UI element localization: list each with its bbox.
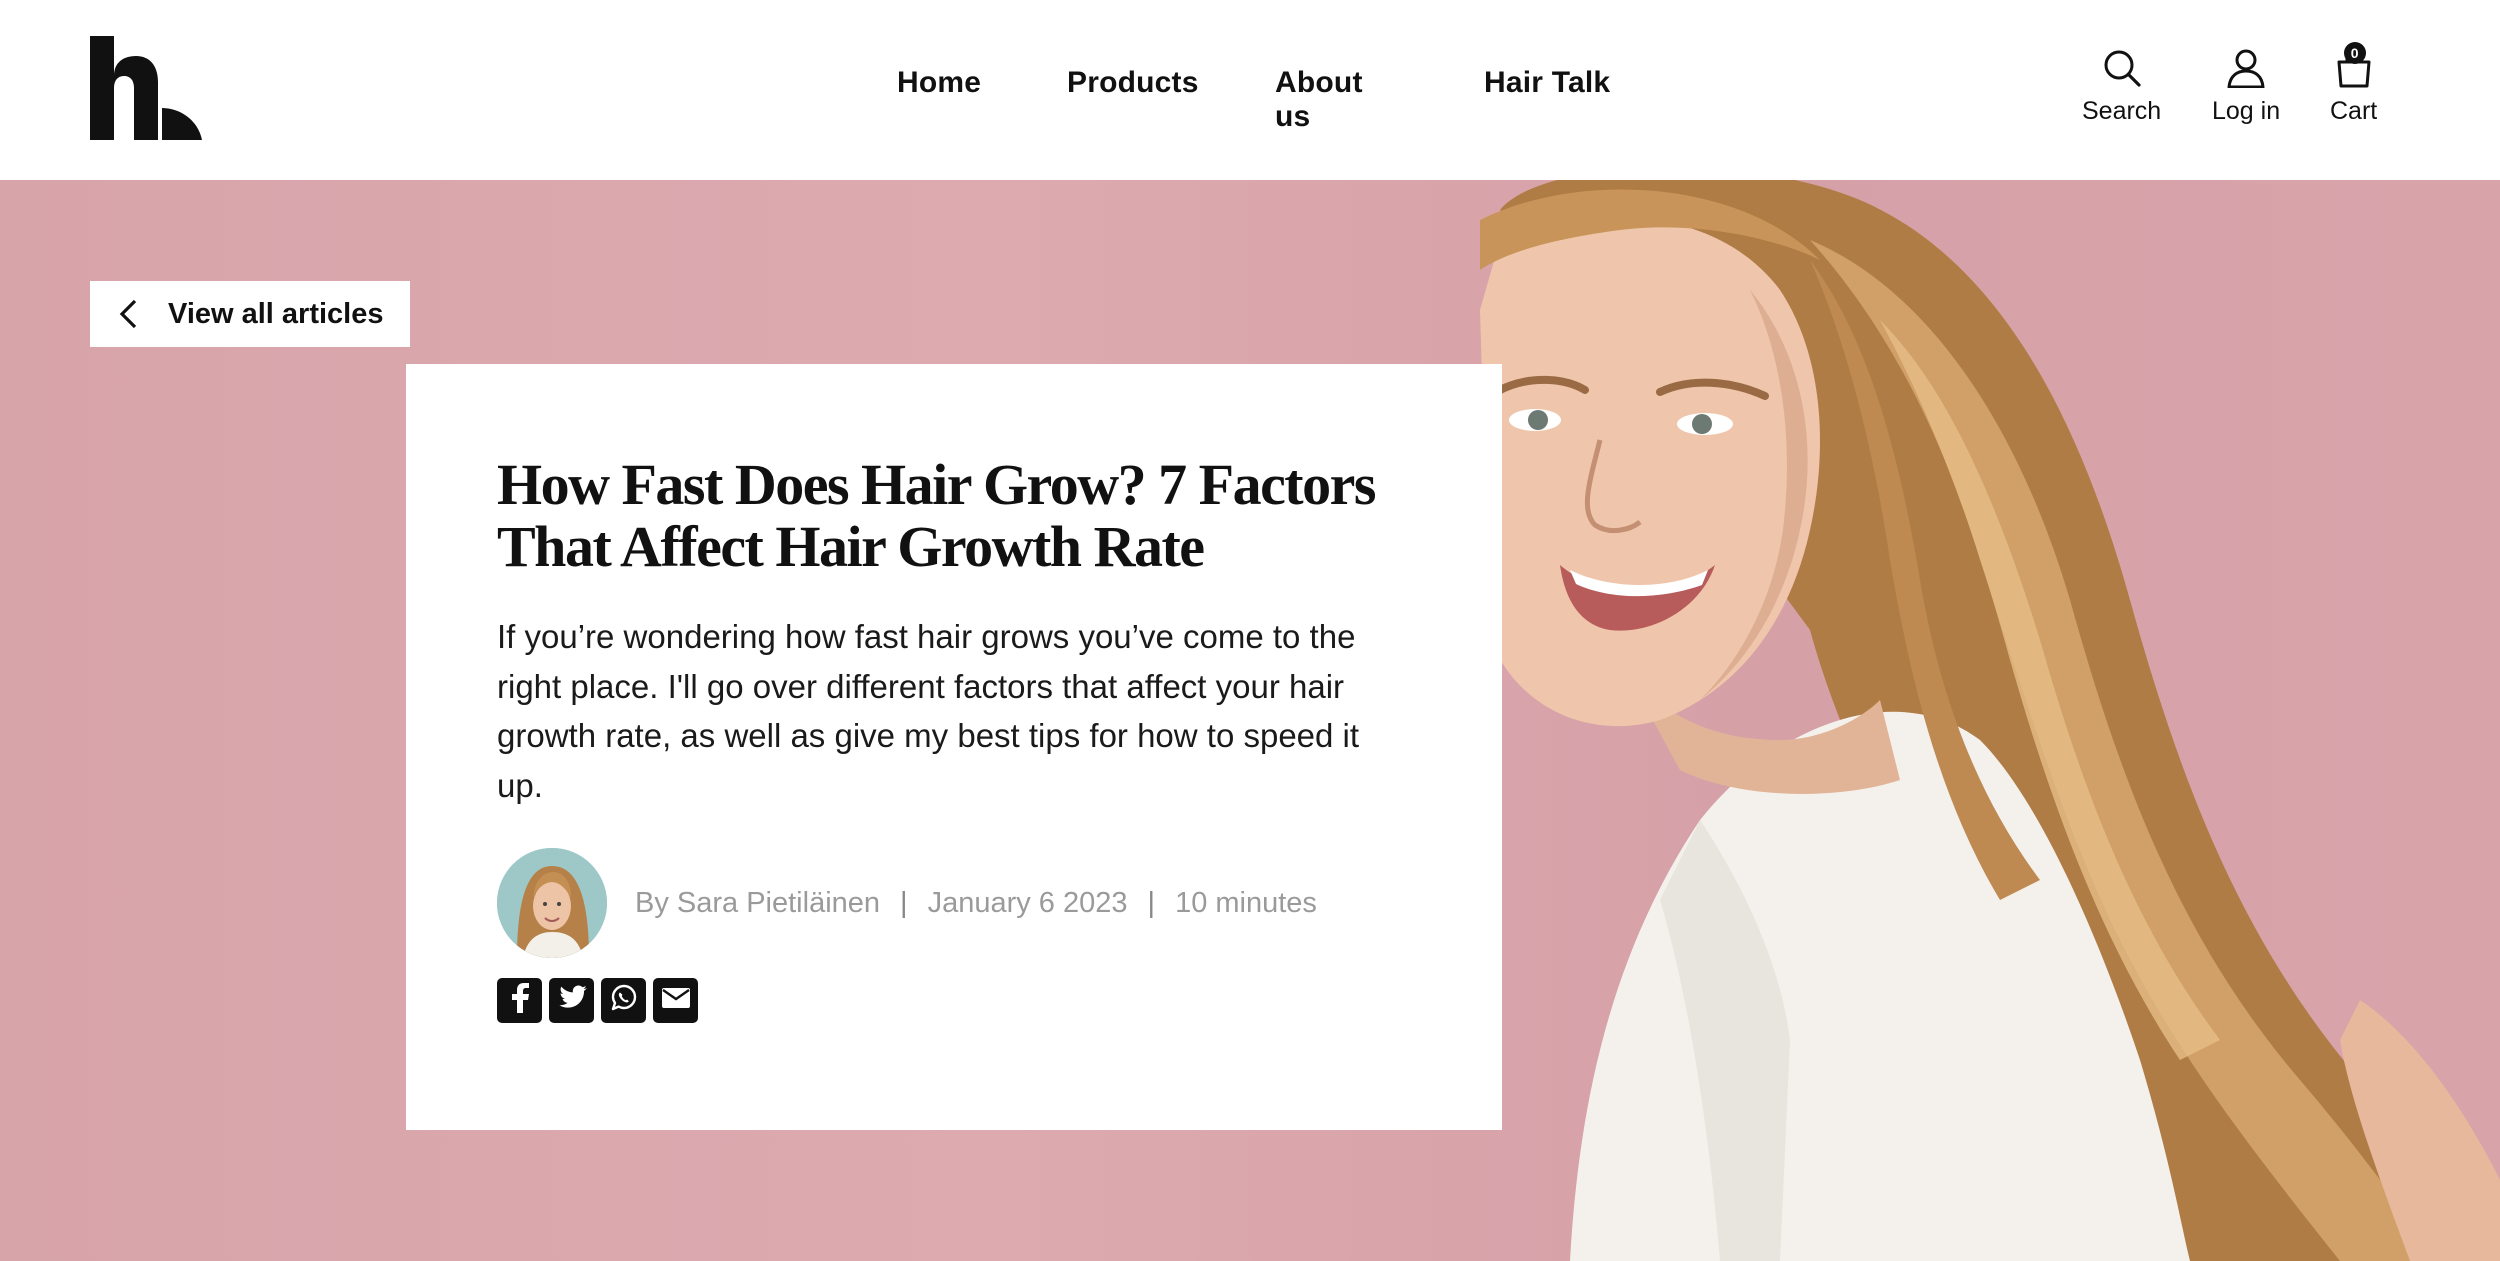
brand-logo[interactable] [90,36,202,140]
hero-image [1480,180,2500,1261]
nav-home[interactable]: Home [897,66,981,100]
login-button[interactable]: Log in [2212,48,2280,126]
article-card: How Fast Does Hair Grow? 7 Factors That … [406,364,1502,1130]
email-icon [661,987,691,1014]
nav-products[interactable]: Products [1067,66,1199,100]
article-date: January 6 2023 [928,887,1128,920]
meta-separator: | [900,887,908,920]
meta-separator: | [1148,887,1156,920]
nav-hair-talk[interactable]: Hair Talk [1484,66,1610,100]
search-icon [2102,48,2142,93]
share-buttons [497,978,698,1023]
share-email-button[interactable] [653,978,698,1023]
read-time: 10 minutes [1175,887,1317,920]
article-meta: By Sara Pietiläinen | January 6 2023 | 1… [497,848,1317,958]
article-hero: View all articles How Fast Does Hair Gro… [0,180,2500,1261]
share-facebook-button[interactable] [497,978,542,1023]
whatsapp-icon [609,983,639,1018]
author-name: By Sara Pietiläinen [635,887,880,920]
nav-about-us[interactable]: About us [1275,66,1363,134]
article-meta-text: By Sara Pietiläinen | January 6 2023 | 1… [635,887,1317,920]
twitter-icon [557,985,587,1016]
shopping-bag-icon: 0 [2334,48,2374,93]
view-all-articles-button[interactable]: View all articles [90,281,410,347]
share-twitter-button[interactable] [549,978,594,1023]
back-button-label: View all articles [168,298,384,331]
article-title: How Fast Does Hair Grow? 7 Factors That … [497,454,1397,578]
search-button[interactable]: Search [2082,48,2161,126]
author-avatar [497,848,607,958]
cart-button[interactable]: 0 Cart [2330,48,2377,126]
site-header: Home Products About us Hair Talk Search … [0,0,2500,180]
search-label: Search [2082,97,2161,126]
user-icon [2226,48,2266,93]
share-whatsapp-button[interactable] [601,978,646,1023]
cart-label: Cart [2330,97,2377,126]
facebook-icon [508,983,532,1018]
article-intro: If you’re wondering how fast hair grows … [497,612,1377,810]
cart-count-badge: 0 [2344,42,2366,64]
login-label: Log in [2212,97,2280,126]
chevron-left-icon [118,299,140,329]
